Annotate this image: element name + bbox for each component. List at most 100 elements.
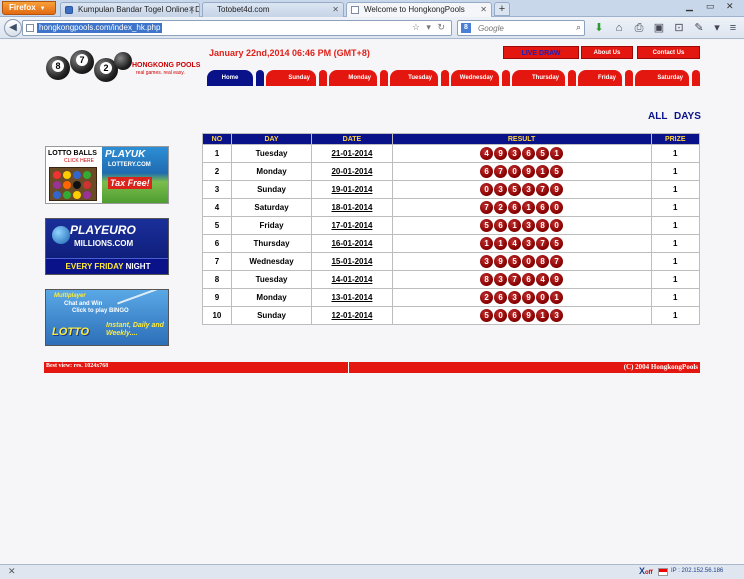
contact-us-button[interactable]: Contact Us	[637, 46, 700, 59]
lock-icon[interactable]: ⊡	[672, 21, 686, 35]
home-icon[interactable]: ⌂	[612, 21, 626, 35]
row-prize: 1	[651, 271, 699, 288]
row-day: Sunday	[231, 307, 312, 324]
banner-band-a: EVERY FRIDAY	[65, 262, 124, 271]
tab-totobet[interactable]: Totobet4d.com ✕	[202, 2, 344, 17]
row-prize: 1	[651, 289, 699, 306]
row-date-link[interactable]: 18-01-2014	[312, 199, 392, 216]
chevron-down-icon[interactable]: ▾	[710, 21, 724, 35]
xoff-suffix: off	[645, 570, 653, 576]
nav-tab-saturday[interactable]: Saturday	[635, 70, 689, 86]
close-window-icon[interactable]: ✕	[726, 1, 734, 12]
column-header-day: DAY	[231, 134, 312, 144]
screenshot-icon[interactable]: ▣	[652, 21, 666, 35]
close-icon[interactable]: ✕	[8, 566, 16, 577]
close-icon[interactable]: ✕	[480, 3, 487, 16]
banner-brand-sub: LOTTERY.COM	[108, 162, 151, 168]
row-date-link[interactable]: 14-01-2014	[312, 271, 392, 288]
search-icon[interactable]: ⌕	[576, 22, 581, 33]
row-date-link[interactable]: 15-01-2014	[312, 253, 392, 270]
search-input[interactable]	[478, 22, 568, 34]
lotto-balls-banner[interactable]: LOTTO BALLS CLICK HERE PLAYUK LOTTERY.CO…	[45, 146, 169, 204]
row-prize: 1	[651, 163, 699, 180]
nav-tab-friday[interactable]: Friday	[578, 70, 622, 86]
nav-tab-wednesday[interactable]: Wednesday	[451, 70, 499, 86]
row-date-link[interactable]: 13-01-2014	[312, 289, 392, 306]
live-draw-button[interactable]: LIVE DRAW	[503, 46, 579, 59]
result-ball: 0	[508, 165, 522, 178]
close-icon[interactable]: ✕	[188, 3, 195, 16]
banner-brand-sub: MILLIONS.COM	[74, 239, 134, 248]
row-date-link[interactable]: 21-01-2014	[312, 145, 392, 162]
lotto-balls-ad[interactable]: LOTTO BALLS CLICK HERE	[46, 147, 102, 203]
row-day: Friday	[231, 217, 312, 234]
nav-separator	[380, 70, 388, 86]
result-ball: 4	[536, 273, 550, 286]
back-button[interactable]: ◀	[4, 19, 22, 37]
row-number: 1	[203, 145, 231, 162]
new-tab-button[interactable]: +	[494, 2, 510, 16]
minimize-icon[interactable]: ▁	[686, 1, 693, 12]
results-table: NO DAY DATE RESULT PRIZE 1 Tuesday 21-01-2…	[202, 133, 700, 325]
logo-ball: 7	[70, 50, 94, 74]
result-ball: 1	[536, 165, 550, 178]
nav-tab-sunday[interactable]: Sunday	[266, 70, 316, 86]
nav-tab-tuesday[interactable]: Tuesday	[390, 70, 438, 86]
row-day: Monday	[231, 289, 312, 306]
download-icon[interactable]: ⬇	[592, 21, 606, 35]
tools-icon[interactable]: ✎	[692, 21, 706, 35]
row-prize: 1	[651, 235, 699, 252]
url-bar[interactable]: hongkongpools.com/index_hk.php ☆ ▾ ↻	[22, 20, 452, 36]
print-icon[interactable]: ⎙	[632, 21, 646, 35]
result-ball: 5	[550, 237, 564, 250]
menu-icon[interactable]: ≡	[726, 21, 740, 35]
row-date-link[interactable]: 20-01-2014	[312, 163, 392, 180]
globe-icon	[52, 226, 70, 244]
close-icon[interactable]: ✕	[332, 3, 339, 16]
xoff-badge[interactable]: Xoff	[639, 566, 653, 576]
row-number: 4	[203, 199, 231, 216]
firefox-menu-button[interactable]: Firefox ▼	[2, 1, 56, 15]
tab-hongkongpools[interactable]: Welcome to HongkongPools ✕	[346, 2, 492, 17]
google-icon[interactable]: 8	[461, 23, 471, 33]
result-ball: 7	[494, 165, 508, 178]
site-logo[interactable]: 8 7 2 HONGKONG POOLS real games. real ea…	[46, 48, 206, 88]
nav-tab-thursday[interactable]: Thursday	[512, 70, 565, 86]
row-date-link[interactable]: 12-01-2014	[312, 307, 392, 324]
row-date-link[interactable]: 19-01-2014	[312, 181, 392, 198]
row-prize: 1	[651, 145, 699, 162]
maximize-icon[interactable]: ▭	[706, 1, 715, 12]
row-prize: 1	[651, 217, 699, 234]
row-result: 561380	[392, 217, 651, 234]
nav-tab-home[interactable]: Home	[207, 70, 253, 86]
bingo-lotto-banner[interactable]: Multiplayer Chat and Win Click to play B…	[45, 289, 169, 346]
nav-separator	[625, 70, 633, 86]
footer-divider	[348, 362, 349, 373]
logo-ball	[114, 52, 132, 70]
nav-tab-monday[interactable]: Monday	[329, 70, 377, 86]
banner-brand: LOTTO	[52, 326, 90, 338]
logo-tagline: real games. real easy.	[136, 70, 185, 76]
result-ball: 6	[494, 219, 508, 232]
tab-kumpulan[interactable]: Kumpulan Bandar Togel Online | Daft... ✕	[60, 2, 200, 17]
row-date-link[interactable]: 16-01-2014	[312, 235, 392, 252]
url-text[interactable]: hongkongpools.com/index_hk.php	[37, 23, 163, 33]
banner-line1: Chat and Win	[64, 301, 103, 307]
table-row: 1 Tuesday 21-01-2014 4 9 3 6 5 1 1	[203, 145, 699, 162]
result-ball: 4	[508, 237, 522, 250]
result-ball: 6	[522, 273, 536, 286]
row-number: 6	[203, 235, 231, 252]
banner-title: LOTTO BALLS	[48, 150, 97, 157]
row-day: Tuesday	[231, 145, 312, 162]
nav-separator	[441, 70, 449, 86]
playuk-ad[interactable]: PLAYUK LOTTERY.COM Tax Free!	[102, 147, 168, 203]
row-prize: 1	[651, 253, 699, 270]
result-ball: 1	[480, 237, 494, 250]
row-number: 2	[203, 163, 231, 180]
bookmark-star-icon[interactable]: ☆ ▾ ↻	[412, 22, 447, 33]
playeuro-banner[interactable]: PLAYEURO MILLIONS.COM EVERY FRIDAY NIGHT	[45, 218, 169, 275]
about-us-button[interactable]: About Us	[581, 46, 633, 59]
row-day: Sunday	[231, 181, 312, 198]
search-box[interactable]: 8 ⌕	[457, 20, 585, 36]
row-date-link[interactable]: 17-01-2014	[312, 217, 392, 234]
